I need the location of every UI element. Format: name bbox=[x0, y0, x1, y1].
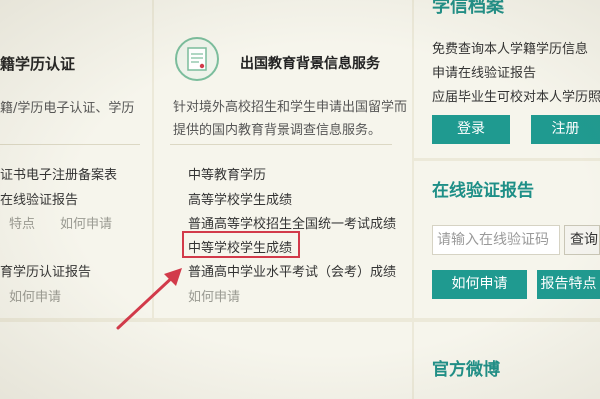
online-verify-title: 在线验证报告 bbox=[432, 181, 534, 201]
left-section-title: 籍学历认证 bbox=[0, 55, 76, 73]
left-section-desc: 籍/学历电子认证、学历 bbox=[0, 101, 135, 116]
left-item-registration-record[interactable]: 证书电子注册备案表 bbox=[0, 164, 117, 183]
verify-code-input[interactable]: 请输入在线验证码 bbox=[432, 225, 560, 255]
official-weibo-title: 官方微博 bbox=[432, 360, 500, 380]
archive-title: 学信档案 bbox=[432, 0, 504, 17]
left-divider bbox=[0, 144, 140, 145]
left-item-degree-report[interactable]: 育学历认证报告 bbox=[0, 261, 91, 280]
left-link-how-to-apply[interactable]: 如何申请 bbox=[60, 213, 112, 232]
middle-section-title: 出国教育背景信息服务 bbox=[240, 56, 380, 72]
left-link-how-to-apply-2[interactable]: 如何申请 bbox=[9, 286, 61, 305]
highlight-box bbox=[182, 231, 300, 258]
middle-desc-line-1: 针对境外高校招生和学生申请出国留学而 bbox=[173, 100, 408, 115]
middle-item-secondary-education[interactable]: 中等教育学历 bbox=[188, 164, 266, 183]
middle-item-higher-education-grades[interactable]: 高等学校学生成绩 bbox=[188, 189, 292, 208]
middle-item-academic-proficiency-test[interactable]: 普通高中学业水平考试（会考）成绩 bbox=[188, 261, 396, 280]
login-button[interactable]: 登录 bbox=[432, 115, 510, 144]
how-to-apply-button[interactable]: 如何申请 bbox=[432, 270, 527, 299]
register-button[interactable]: 注册 bbox=[531, 115, 600, 144]
certificate-icon bbox=[174, 36, 220, 82]
left-link-features[interactable]: 特点 bbox=[9, 213, 35, 232]
left-item-online-verification[interactable]: 在线验证报告 bbox=[0, 189, 78, 208]
middle-divider bbox=[170, 144, 392, 145]
middle-item-gaokao-scores[interactable]: 普通高等学校招生全国统一考试成绩 bbox=[188, 213, 396, 232]
red-arrow-annotation bbox=[116, 268, 182, 330]
archive-line-3: 应届毕业生可校对本人学历照片 bbox=[432, 90, 600, 105]
bottom-left-panel bbox=[0, 322, 412, 399]
middle-desc-line-2: 提供的国内教育背景调查信息服务。 bbox=[173, 123, 382, 138]
archive-line-2: 申请在线验证报告 bbox=[432, 66, 537, 81]
report-features-button[interactable]: 报告特点 bbox=[537, 270, 600, 299]
query-button[interactable]: 查询 bbox=[564, 225, 600, 255]
archive-line-1: 免费查询本人学籍学历信息 bbox=[432, 42, 589, 57]
middle-link-how-to-apply[interactable]: 如何申请 bbox=[188, 286, 240, 305]
